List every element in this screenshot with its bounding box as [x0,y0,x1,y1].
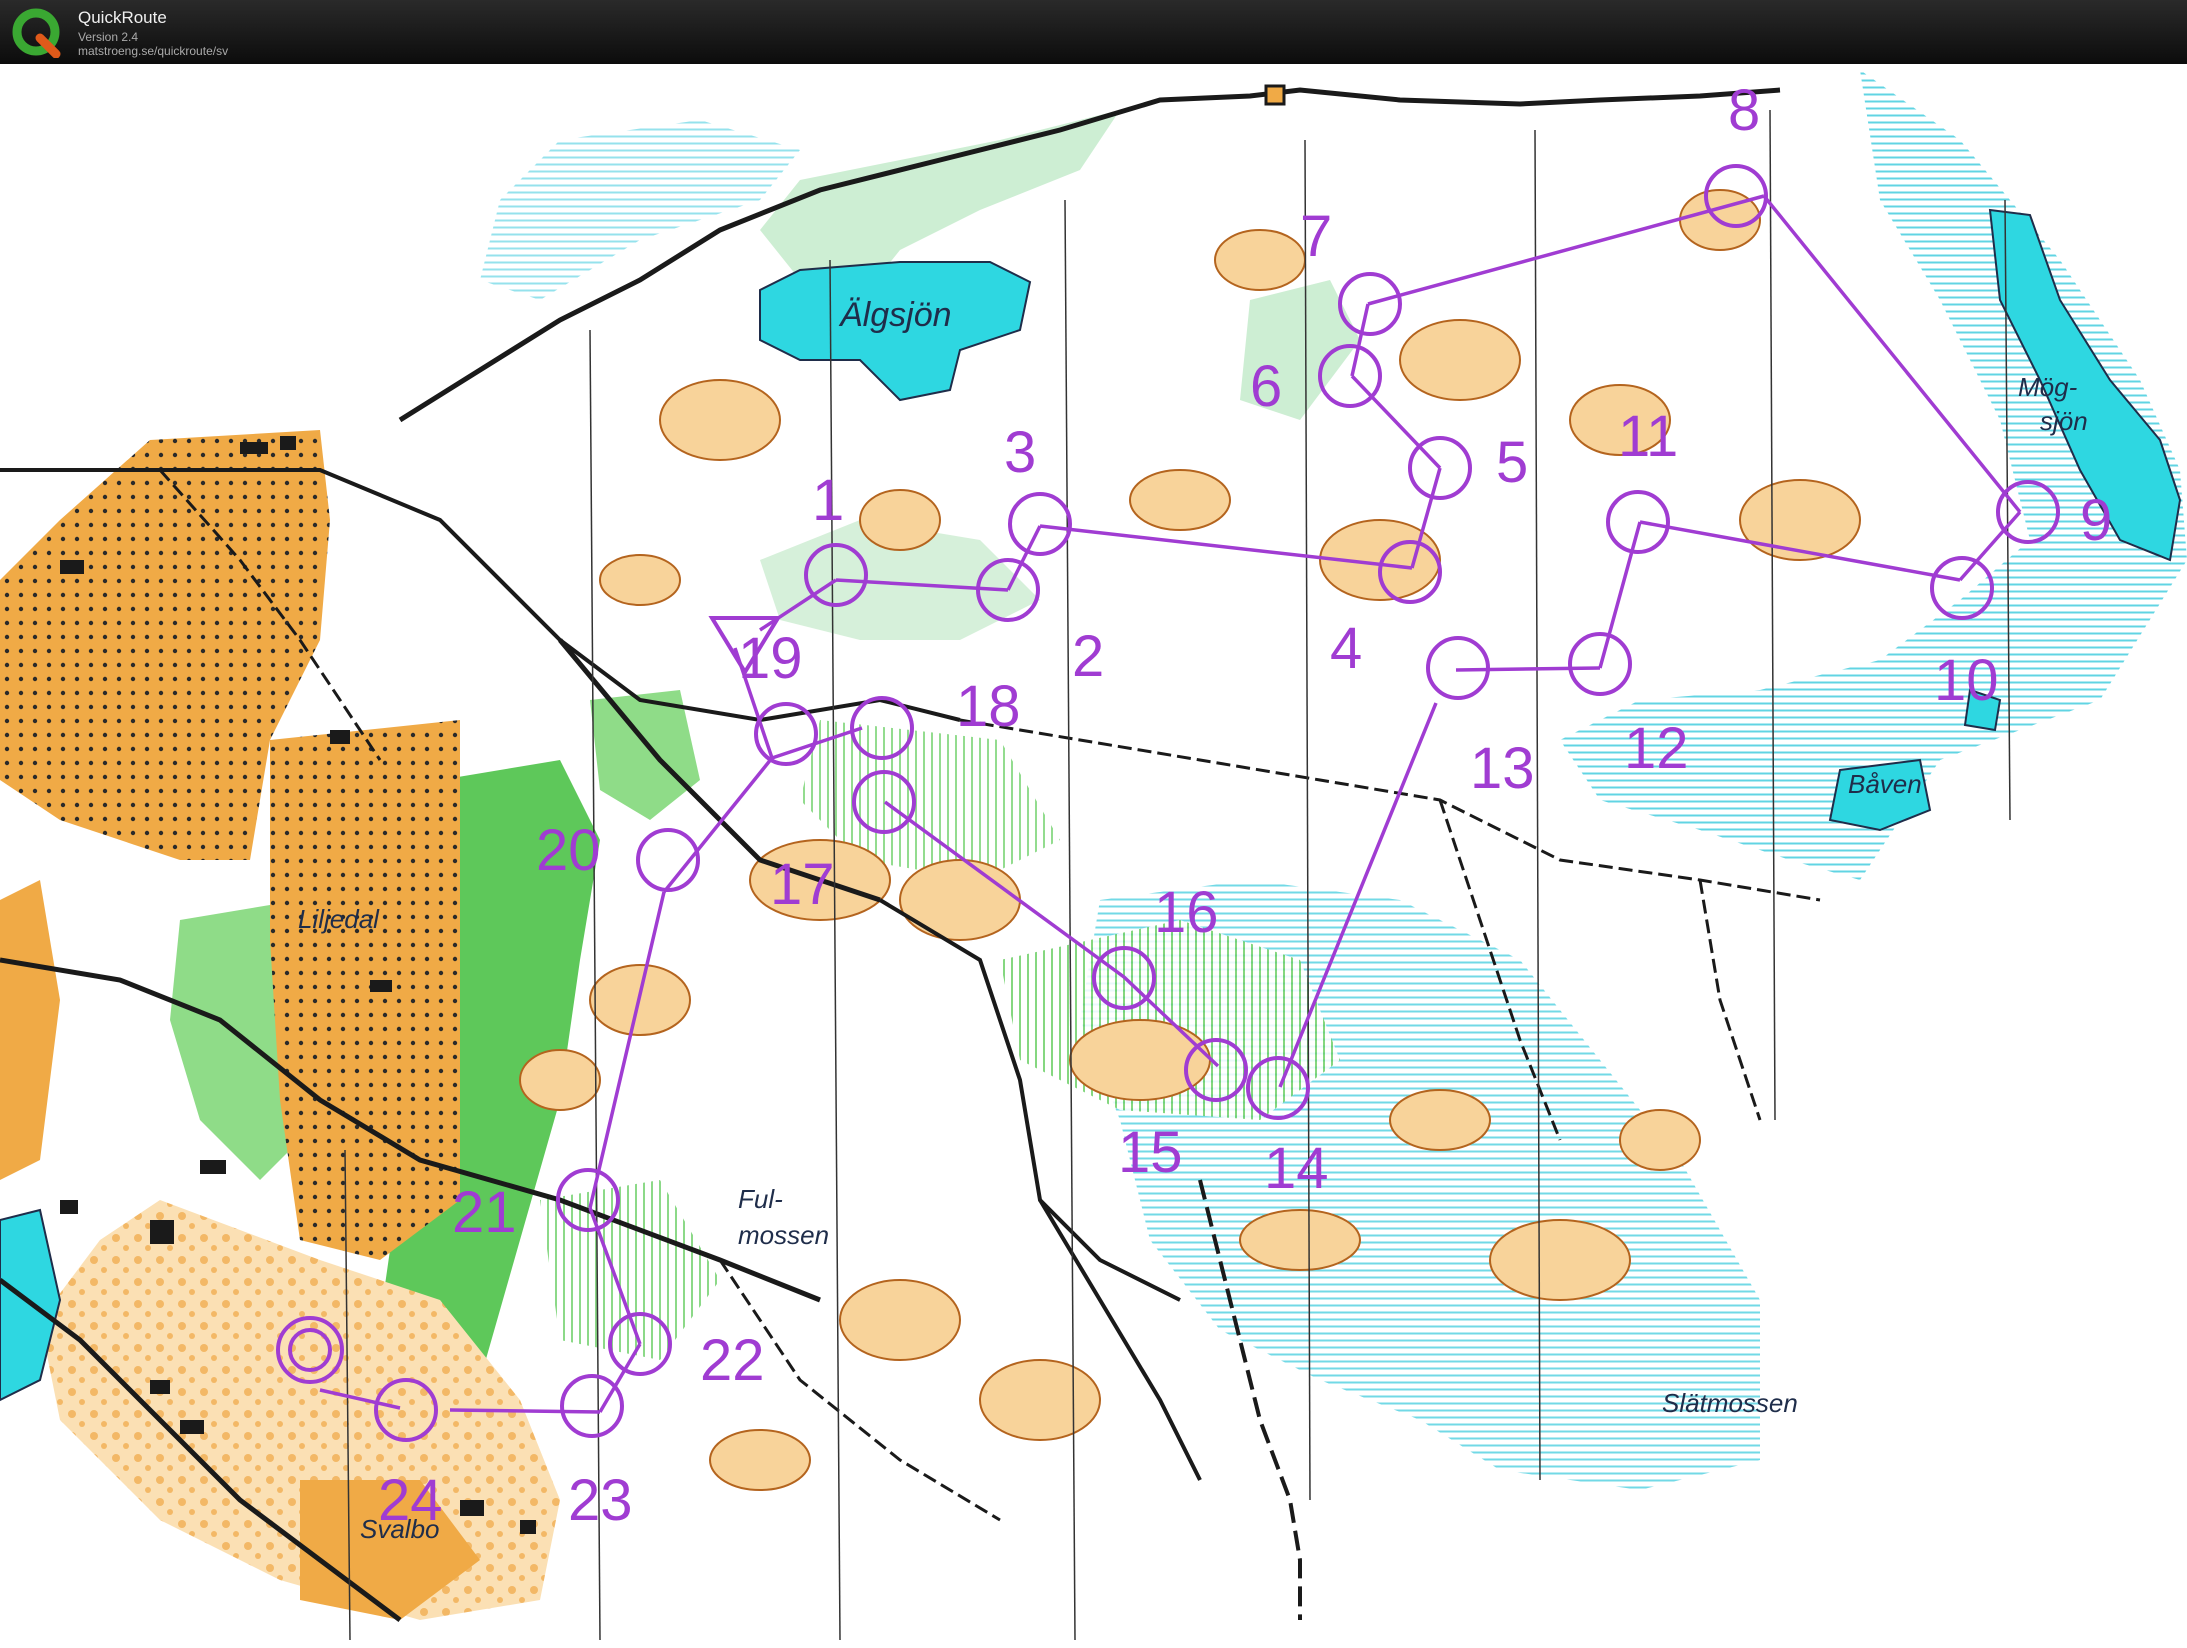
orienteering-map[interactable]: 1 2 3 4 5 6 7 8 9 10 11 12 13 14 15 16 1… [0,64,2187,1648]
control-number-15: 15 [1118,1120,1183,1185]
control-number-23: 23 [568,1468,633,1533]
control-number-9: 9 [2080,488,2112,553]
control-number-5: 5 [1496,430,1528,495]
control-number-20: 20 [536,818,601,883]
place-name-algsjon: Älgsjön [838,296,952,334]
place-name-baven: Båven [1848,769,1922,799]
quickroute-q-logo-icon [12,8,61,58]
window-titlebar: QuickRoute Version 2.4 matstroeng.se/qui… [0,0,2187,64]
control-number-19: 19 [738,626,803,691]
control-number-8: 8 [1728,78,1760,143]
place-name-fulmossen-2: mossen [738,1220,829,1250]
control-number-4: 4 [1330,616,1362,681]
control-number-3: 3 [1004,420,1036,485]
control-number-14: 14 [1264,1136,1329,1201]
place-name-slatmossen: Slätmossen [1662,1388,1798,1418]
place-name-svalbo: Svalbo [360,1514,440,1544]
app-version: Version 2.4 [78,30,139,44]
app-title: QuickRoute [78,8,167,27]
map-canvas[interactable]: 1 2 3 4 5 6 7 8 9 10 11 12 13 14 15 16 1… [0,64,2187,1648]
control-number-2: 2 [1072,624,1104,689]
control-number-11: 11 [1618,404,1678,469]
control-number-21: 21 [452,1180,517,1245]
control-number-1: 1 [812,468,844,533]
open-land-area [270,720,460,1260]
control-number-18: 18 [956,674,1021,739]
control-number-22: 22 [700,1328,765,1393]
place-name-fulmossen-1: Ful- [738,1184,783,1214]
place-name-mogsjon-1: Mög- [2018,372,2078,402]
control-number-16: 16 [1154,880,1219,945]
control-number-17: 17 [770,852,835,917]
control-number-13: 13 [1470,736,1535,801]
place-name-liljedal: Liljedal [298,904,380,934]
control-number-10: 10 [1934,648,1999,713]
app-url: matstroeng.se/quickroute/sv [78,44,229,58]
control-number-12: 12 [1624,716,1689,781]
control-number-6: 6 [1250,354,1282,419]
place-name-mogsjon-2: sjön [2040,406,2088,436]
control-number-7: 7 [1300,204,1332,269]
